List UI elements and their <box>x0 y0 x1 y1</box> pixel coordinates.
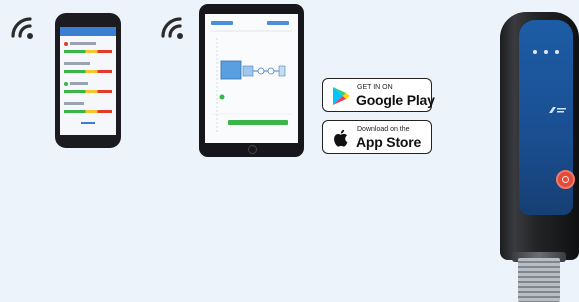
sensor-device <box>500 12 579 260</box>
wifi-icon <box>161 17 183 39</box>
device-logo <box>549 107 566 113</box>
phone-app-link <box>60 111 116 129</box>
apple-icon <box>334 129 348 147</box>
google-play-icon <box>333 87 350 105</box>
power-icon <box>556 170 575 189</box>
device-threaded-connector <box>518 258 560 302</box>
tablet-home-button <box>248 145 257 154</box>
google-play-label: Google Play <box>356 92 435 108</box>
gauge-card <box>64 42 112 56</box>
gauge-card <box>64 62 112 76</box>
phone-app-screen <box>60 27 116 135</box>
tablet-app-diagram <box>211 21 292 134</box>
status-led <box>533 50 537 54</box>
app-store-label: App Store <box>356 134 422 150</box>
google-play-badge[interactable]: GET IN ON Google Play <box>322 78 435 112</box>
phone-app-header <box>60 27 116 36</box>
smartphone-image <box>55 13 121 148</box>
tablet-app-screen <box>205 14 298 143</box>
gauge-card <box>64 82 112 96</box>
status-led <box>544 50 548 54</box>
status-led <box>555 50 559 54</box>
app-store-badge[interactable]: Download on the App Store <box>322 120 432 154</box>
device-front-panel <box>519 20 575 215</box>
wifi-icon <box>11 17 33 39</box>
google-play-small-text: GET IN ON <box>357 84 393 91</box>
tablet-image <box>199 4 304 157</box>
app-store-small-text: Download on the <box>357 126 410 133</box>
